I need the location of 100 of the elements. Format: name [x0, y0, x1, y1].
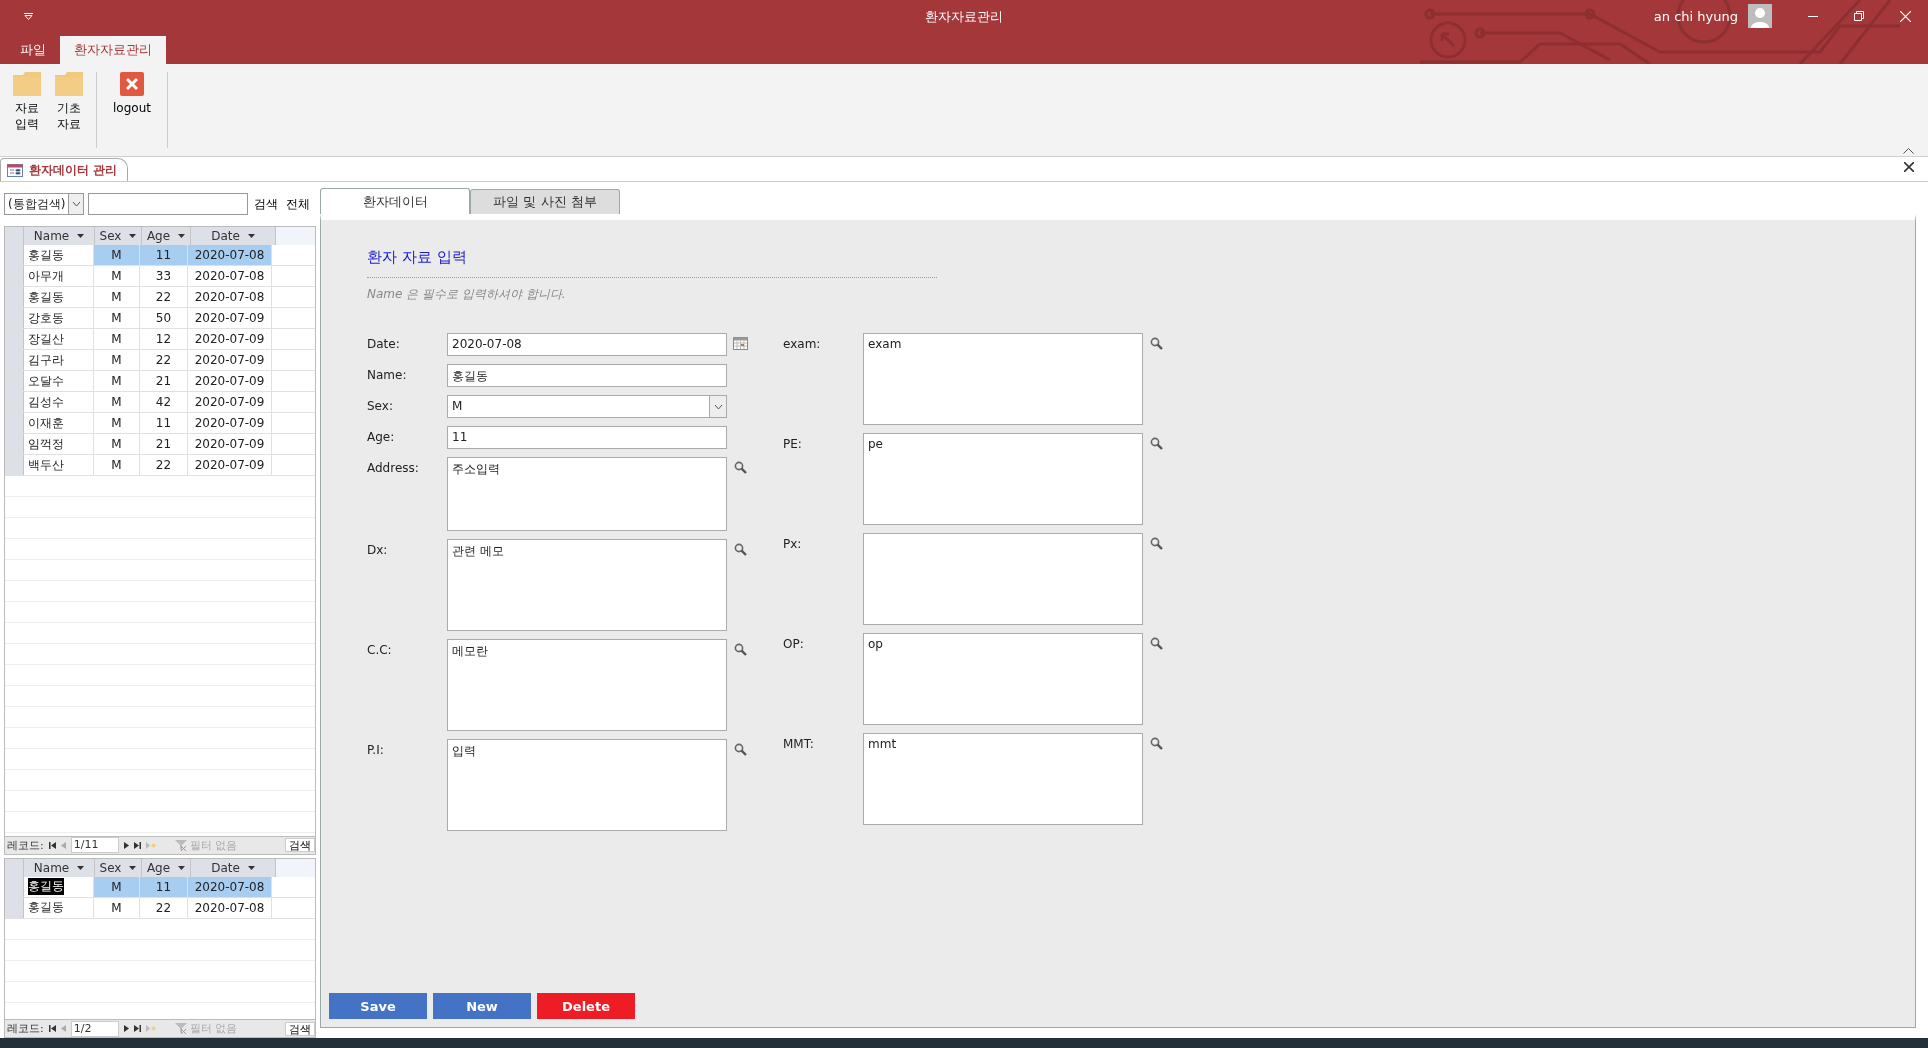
restore-icon[interactable]	[1854, 11, 1864, 21]
input-field[interactable]: 홍길동	[447, 364, 727, 387]
field-label: Age:	[367, 429, 396, 444]
customize-toolbar-icon[interactable]	[24, 12, 33, 20]
search-field[interactable]	[88, 193, 248, 215]
action-button[interactable]: New	[433, 993, 531, 1019]
text-area[interactable]: mmt	[863, 733, 1143, 825]
form-icon	[7, 163, 23, 177]
folder-icon	[13, 72, 41, 96]
chevron-down-icon[interactable]	[713, 403, 723, 410]
form-tab[interactable]: 환자데이터	[320, 188, 470, 214]
column-header[interactable]: Name	[24, 227, 95, 245]
input-field[interactable]: 2020-07-08	[447, 333, 727, 356]
filter-off-icon	[174, 1023, 187, 1034]
ribbon-tab[interactable]: 환자자료관리	[60, 36, 166, 64]
search-link[interactable]: 검색	[252, 195, 280, 213]
search-icon[interactable]	[733, 461, 747, 474]
dropdown-arrow-icon[interactable]	[247, 865, 255, 870]
search-box[interactable]: 검색	[285, 1021, 315, 1036]
field-label: Name:	[367, 367, 408, 382]
search-scope-dropdown[interactable]: (통합검색)	[4, 193, 84, 215]
search-icon[interactable]	[1149, 537, 1163, 550]
field-label: Dx:	[367, 542, 389, 557]
text-area[interactable]: pe	[863, 433, 1143, 525]
table-cell: 2020-07-08	[188, 876, 272, 897]
record-label: 레코드:	[7, 837, 44, 853]
field-label: Date:	[367, 336, 401, 351]
window-title: 환자자료관리	[925, 8, 1003, 26]
first-record-icon[interactable]	[48, 841, 56, 849]
form-heading: 환자 자료 입력	[367, 248, 468, 267]
hint-text: Name 은 필수로 입력하셔야 합니다.	[367, 286, 567, 303]
filter-off-icon	[174, 839, 187, 851]
text-area[interactable]: op	[863, 633, 1143, 725]
first-record-icon[interactable]	[48, 1025, 56, 1032]
chevron-down-icon[interactable]	[71, 201, 81, 207]
form-tab[interactable]: 파일 및 사진 첨부	[470, 189, 620, 214]
close-box-icon	[120, 72, 144, 96]
minimize-icon[interactable]	[1808, 15, 1818, 17]
record-position-field[interactable]: 1/11	[70, 837, 119, 854]
show-all-link[interactable]: 전체	[284, 195, 312, 213]
column-header[interactable]: Age	[142, 227, 191, 245]
ribbon-button[interactable]: logout	[103, 68, 161, 152]
column-header[interactable]: Sex	[95, 858, 142, 877]
document-tab[interactable]: 환자데이터 관리	[0, 158, 129, 181]
text-area[interactable]: 주소입력	[447, 457, 727, 531]
column-header[interactable]: Sex	[95, 227, 142, 245]
record-position-field[interactable]: 1/2	[70, 1020, 119, 1037]
table-cell: M	[94, 245, 140, 265]
ribbon-button[interactable]: 자료 입력	[6, 68, 48, 152]
dropdown-arrow-icon[interactable]	[129, 865, 137, 870]
search-icon[interactable]	[1149, 637, 1163, 650]
dropdown-arrow-icon[interactable]	[77, 865, 85, 870]
sex-dropdown[interactable]: M	[447, 395, 727, 418]
search-box[interactable]: 검색	[285, 838, 315, 853]
text-area[interactable]: 메모란	[447, 639, 727, 731]
field-label: Address:	[367, 460, 420, 475]
search-icon[interactable]	[1149, 737, 1163, 750]
input-field[interactable]: 11	[447, 426, 727, 449]
dropdown-arrow-icon[interactable]	[247, 234, 255, 238]
delete-button[interactable]: Delete	[537, 993, 635, 1019]
next-record-icon[interactable]	[123, 1025, 129, 1032]
ribbon-button[interactable]: 기초 자료	[48, 68, 90, 152]
action-button[interactable]: Save	[329, 993, 427, 1019]
field-label: Sex:	[367, 398, 394, 413]
last-record-icon[interactable]	[133, 1025, 141, 1032]
collapse-ribbon-icon[interactable]	[1903, 148, 1914, 154]
text-area[interactable]: exam	[863, 333, 1143, 425]
dropdown-arrow-icon[interactable]	[77, 234, 85, 238]
record-label: 레코드:	[7, 1021, 44, 1036]
search-icon[interactable]	[733, 643, 747, 656]
search-icon[interactable]	[733, 743, 747, 756]
field-label: MMT:	[783, 736, 815, 751]
column-header[interactable]: Date	[191, 227, 276, 245]
text-area[interactable]: 관련 메모	[447, 539, 727, 631]
search-icon[interactable]	[1149, 437, 1163, 450]
field-label: C.C:	[367, 642, 393, 657]
last-record-icon[interactable]	[133, 841, 141, 849]
next-record-icon[interactable]	[123, 841, 129, 849]
field-label: exam:	[783, 336, 822, 351]
close-icon[interactable]	[1904, 162, 1914, 172]
ribbon-tab[interactable]: 파일	[6, 36, 60, 64]
text-area[interactable]: 입력	[447, 739, 727, 831]
dropdown-arrow-icon[interactable]	[129, 234, 137, 238]
field-label: PE:	[783, 436, 803, 451]
table-cell: M	[94, 876, 140, 897]
search-icon[interactable]	[733, 543, 747, 556]
table-cell: 11	[140, 876, 188, 897]
column-header[interactable]: Date	[191, 858, 276, 877]
column-header[interactable]: Age	[142, 858, 191, 877]
folder-icon	[55, 72, 83, 96]
dropdown-arrow-icon[interactable]	[178, 865, 186, 870]
table-cell: 11	[140, 245, 188, 265]
field-label: OP:	[783, 636, 805, 651]
column-header[interactable]: Name	[24, 858, 95, 877]
search-icon[interactable]	[1149, 337, 1163, 350]
user-name: an chi hyung	[1653, 8, 1738, 24]
table-cell: 2020-07-08	[188, 245, 272, 265]
field-label: Px:	[783, 536, 803, 551]
calendar-icon[interactable]	[732, 337, 748, 350]
dropdown-arrow-icon[interactable]	[178, 234, 186, 238]
